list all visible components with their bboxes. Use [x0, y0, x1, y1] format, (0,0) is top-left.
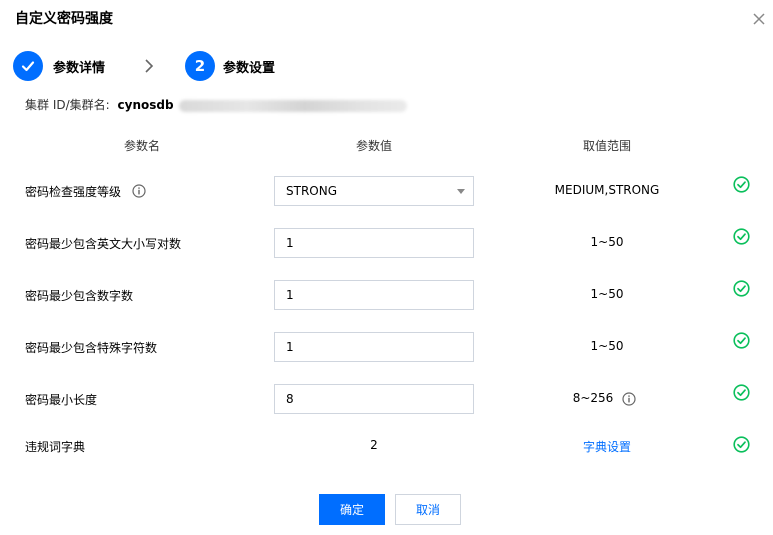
param-name: 密码最少包含特殊字符数 [25, 341, 158, 355]
value-range: 8~256 [572, 391, 614, 405]
cancel-button[interactable]: 取消 [395, 494, 461, 525]
strength-level-select[interactable]: STRONG [274, 176, 474, 206]
chevron-right-icon [145, 59, 154, 73]
cluster-label: 集群 ID/集群名: [25, 98, 110, 112]
header-param-value: 参数值 [355, 139, 392, 153]
check-circle-icon [733, 332, 750, 349]
header-value-range: 取值范围 [582, 139, 631, 153]
check-circle-icon [733, 384, 750, 401]
step-done-marker [13, 51, 43, 81]
param-name: 密码检查强度等级 [25, 185, 122, 199]
param-name: 密码最小长度 [25, 393, 98, 407]
steps: 参数详情 2 参数设置 [13, 51, 413, 81]
value-range: 1~50 [590, 339, 624, 353]
check-icon [21, 61, 35, 72]
info-icon[interactable] [132, 184, 146, 198]
min-length-input[interactable] [274, 384, 474, 414]
cluster-id: cynosdb [117, 98, 174, 112]
confirm-button[interactable]: 确定 [319, 494, 385, 525]
step-label-settings: 参数设置 [223, 61, 276, 76]
header-param-name: 参数名 [123, 139, 160, 153]
value-range: MEDIUM,STRONG [554, 183, 660, 197]
cluster-info: 集群 ID/集群名: cynosdb [25, 96, 408, 113]
param-value: 2 [370, 438, 378, 452]
value-range: 1~50 [590, 235, 624, 249]
param-name: 密码最少包含英文大小写对数 [25, 237, 182, 251]
dictionary-settings-link[interactable]: 字典设置 [567, 438, 647, 455]
special-chars-input[interactable] [274, 332, 474, 362]
dialog-title: 自定义密码强度 [15, 11, 113, 27]
param-name: 密码最少包含数字数 [25, 289, 134, 303]
close-icon[interactable] [750, 10, 768, 28]
param-name: 违规词字典 [25, 440, 86, 454]
check-circle-icon [733, 280, 750, 297]
check-circle-icon [733, 176, 750, 193]
select-value: STRONG [286, 184, 338, 198]
check-circle-icon [733, 436, 750, 453]
caret-down-icon [457, 189, 465, 194]
digits-input[interactable] [274, 280, 474, 310]
step-number-badge: 2 [185, 51, 215, 81]
check-circle-icon [733, 228, 750, 245]
value-range: 1~50 [590, 287, 624, 301]
step-label-details: 参数详情 [53, 61, 106, 76]
info-icon[interactable] [622, 392, 636, 406]
cluster-id-redacted [179, 99, 408, 112]
case-pairs-input[interactable] [274, 228, 474, 258]
